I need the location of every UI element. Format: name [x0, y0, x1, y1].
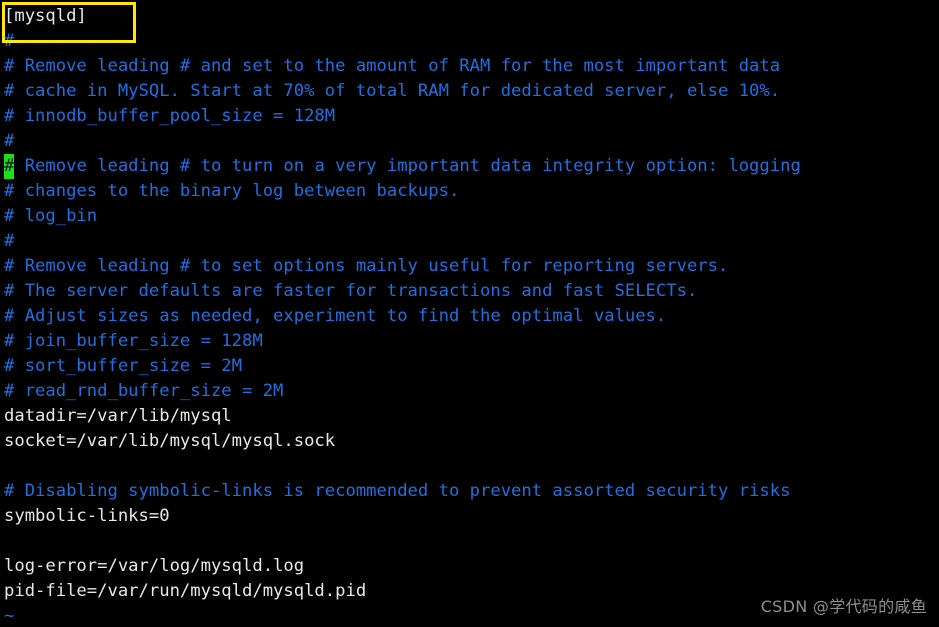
editor-line: log-error=/var/log/mysqld.log: [4, 556, 305, 576]
editor-line: # Remove leading # to set options mainly…: [4, 256, 729, 276]
csdn-watermark: CSDN @学代码的咸鱼: [760, 597, 927, 616]
editor-line: # sort_buffer_size = 2M: [4, 356, 242, 376]
line-text: Remove leading # to turn on a very impor…: [14, 156, 801, 176]
editor-line: [mysqld]: [4, 6, 87, 26]
editor-line: # Disabling symbolic-links is recommende…: [4, 481, 791, 501]
editor-line: # read_rnd_buffer_size = 2M: [4, 381, 284, 401]
editor-line: #: [4, 131, 15, 151]
editor-line: # log_bin: [4, 206, 98, 226]
editor-line: datadir=/var/lib/mysql: [4, 406, 232, 426]
editor-text-area[interactable]: [mysqld] # # Remove leading # and set to t…: [4, 4, 939, 627]
editor-line: symbolic-links=0: [4, 506, 170, 526]
terminal-window[interactable]: [mysqld] # # Remove leading # and set to t…: [0, 0, 939, 627]
editor-line: #: [4, 231, 15, 251]
editor-line: # Remove leading # to turn on a very imp…: [4, 154, 939, 179]
editor-line: # The server defaults are faster for tra…: [4, 281, 698, 301]
editor-line: # changes to the binary log between back…: [4, 181, 460, 201]
editor-line: #: [4, 31, 15, 51]
editor-line: # Remove leading # and set to the amount…: [4, 56, 781, 76]
editor-line: socket=/var/lib/mysql/mysql.sock: [4, 431, 336, 451]
editor-line: # innodb_buffer_pool_size = 128M: [4, 106, 336, 126]
editor-line: # cache in MySQL. Start at 70% of total …: [4, 81, 781, 101]
text-cursor: #: [4, 154, 15, 179]
editor-line: # Adjust sizes as needed, experiment to …: [4, 306, 667, 326]
editor-line: # join_buffer_size = 128M: [4, 331, 263, 351]
